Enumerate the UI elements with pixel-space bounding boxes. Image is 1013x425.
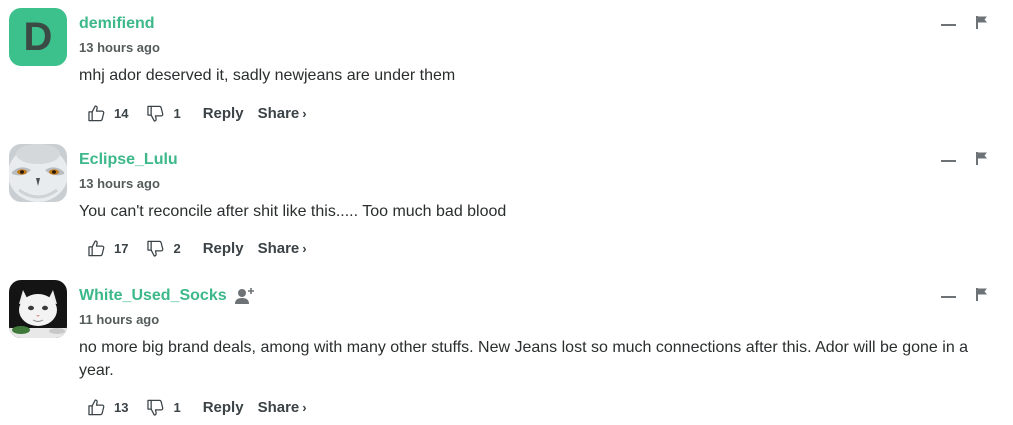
author-name[interactable]: Eclipse_Lulu [79,151,178,169]
share-label: Share [257,104,300,122]
author-name[interactable]: demifiend [79,15,155,33]
reply-button[interactable]: Reply [203,399,244,416]
comment-text: no more big brand deals, among with many… [79,339,969,379]
downvote-button[interactable]: 1 [146,398,181,417]
thumbs-up-icon [87,239,106,258]
downvote-count: 2 [173,240,181,256]
downvote-count: 1 [173,399,181,415]
snowy-owl-face [9,144,67,202]
comment-controls [941,152,988,165]
upvote-count: 17 [114,240,129,256]
author-line: White_Used_Socks [79,284,255,308]
white-cat-at-table [9,280,67,338]
timestamp[interactable]: 13 hours ago [79,40,160,55]
upvote-button[interactable]: 13 [87,398,128,417]
avatar[interactable] [9,280,67,338]
upvote-button[interactable]: 14 [87,104,128,123]
upvote-count: 13 [114,399,129,415]
comment-actions: 13 1 Reply Share › [87,395,307,419]
comment-actions: 17 2 Reply Share › [87,236,307,260]
reply-button[interactable]: Reply [203,105,244,122]
collapse-icon[interactable] [941,295,956,298]
collapse-icon[interactable] [941,23,956,26]
comment: White_Used_Socks 11 hours ago no more bi… [9,280,1004,420]
reply-button[interactable]: Reply [203,240,244,257]
chevron-right-icon: › [302,105,307,121]
comment-text: You can't reconcile after shit like this… [79,203,507,220]
collapse-icon[interactable] [941,159,956,162]
comment-controls [941,16,988,29]
flag-icon[interactable] [976,288,988,301]
chevron-right-icon: › [302,240,307,256]
thumbs-down-icon [146,104,165,123]
author-line: Eclipse_Lulu [79,148,178,172]
timestamp[interactable]: 13 hours ago [79,176,160,191]
flag-icon[interactable] [976,152,988,165]
thumbs-down-icon [146,239,165,258]
flag-icon[interactable] [976,16,988,29]
comment: D demifiend 13 hours ago mhj ador deserv… [9,8,1004,128]
downvote-count: 1 [173,105,181,121]
thumbs-up-icon [87,398,106,417]
follow-user-icon[interactable] [234,287,255,305]
thumbs-up-icon [87,104,106,123]
share-button[interactable]: Share › [258,105,307,122]
avatar[interactable] [9,144,67,202]
downvote-button[interactable]: 2 [146,239,181,258]
avatar[interactable]: D [9,8,67,66]
upvote-button[interactable]: 17 [87,239,128,258]
share-button[interactable]: Share › [258,399,307,416]
author-name[interactable]: White_Used_Socks [79,287,227,305]
thumbs-down-icon [146,398,165,417]
comment-actions: 14 1 Reply Share › [87,101,307,125]
chevron-right-icon: › [302,399,307,415]
share-button[interactable]: Share › [258,240,307,257]
share-label: Share [257,398,300,416]
share-label: Share [257,239,300,257]
comment: Eclipse_Lulu 13 hours ago You can't reco… [9,144,1004,264]
author-line: demifiend [79,12,155,36]
upvote-count: 14 [114,105,129,121]
comment-controls [941,288,988,301]
downvote-button[interactable]: 1 [146,104,181,123]
comment-text: mhj ador deserved it, sadly newjeans are… [79,67,456,84]
timestamp[interactable]: 11 hours ago [79,312,159,327]
